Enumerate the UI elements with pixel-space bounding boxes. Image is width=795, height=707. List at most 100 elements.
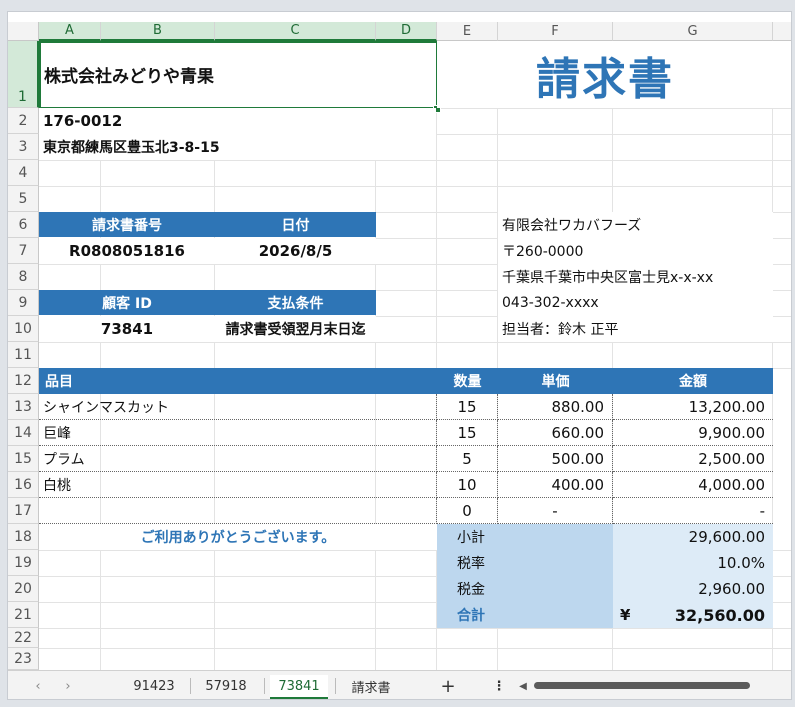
column-header-d[interactable]: D (376, 22, 437, 41)
row-header-15[interactable]: 15 (8, 446, 39, 472)
customer-contact[interactable]: 担当者：鈴木 正平 (498, 316, 773, 342)
row-header-12[interactable]: 12 (8, 368, 39, 394)
row-header-2[interactable]: 2 (8, 108, 39, 134)
column-header-e[interactable]: E (437, 22, 498, 41)
total-currency: ¥ (620, 606, 631, 624)
row-header-8[interactable]: 8 (8, 264, 39, 290)
row-header-22[interactable]: 22 (8, 628, 39, 648)
item-amount-cell[interactable]: 9,900.00 (613, 420, 773, 446)
row-header-23[interactable]: 23 (8, 648, 39, 670)
column-header-a[interactable]: A (39, 22, 101, 41)
invoice-number-header: 請求書番号 (39, 212, 215, 237)
item-price-cell[interactable]: 660.00 (498, 420, 613, 446)
column-header-f[interactable]: F (498, 22, 613, 41)
gridline (39, 160, 791, 161)
row-header-19[interactable]: 19 (8, 550, 39, 576)
tax-rate-label[interactable]: 税率 (453, 550, 603, 576)
sheet-tab-bar: ‹ › 91423 57918 73841 請求書 + ⋮ ◀ (8, 670, 791, 699)
item-name-cell[interactable]: プラム (39, 446, 437, 472)
thank-you-message[interactable]: ご利用ありがとうございます。 (39, 524, 437, 550)
more-options-icon[interactable]: ⋮ (492, 675, 506, 697)
row-header-3[interactable]: 3 (8, 134, 39, 160)
item-price-cell[interactable]: - (498, 498, 613, 524)
item-name-cell[interactable]: 白桃 (39, 472, 437, 498)
invoice-date-value[interactable]: 2026/8/5 (215, 238, 376, 264)
row-header-17[interactable]: 17 (8, 498, 39, 524)
gridline (39, 628, 791, 629)
row-header-14[interactable]: 14 (8, 420, 39, 446)
item-name-cell[interactable]: 巨峰 (39, 420, 437, 446)
customer-name[interactable]: 有限会社ワカバフーズ (498, 212, 773, 238)
customer-id-header: 顧客 ID (39, 290, 215, 315)
column-header-g[interactable]: G (613, 22, 773, 41)
scroll-tabs-right-icon[interactable]: › (58, 675, 78, 697)
row-header-13[interactable]: 13 (8, 394, 39, 420)
payment-terms-value[interactable]: 請求書受領翌月末日迄 (215, 316, 376, 342)
row-header-1[interactable]: 1 (8, 41, 39, 108)
selected-range-outline (39, 41, 438, 109)
tax-label[interactable]: 税金 (453, 576, 603, 602)
gridline (39, 186, 791, 187)
subtotal-label[interactable]: 小計 (453, 524, 603, 550)
select-all-corner[interactable] (8, 22, 39, 41)
item-amount-cell[interactable]: 4,000.00 (613, 472, 773, 498)
seller-postal-code[interactable]: 176-0012 (39, 108, 436, 134)
item-price-cell[interactable]: 400.00 (498, 472, 613, 498)
invoice-title[interactable]: 請求書 (437, 41, 773, 108)
invoice-number-value[interactable]: R0808051816 (39, 238, 215, 264)
scroll-left-arrow-icon[interactable]: ◀ (516, 675, 530, 697)
sheet-tab-57918[interactable]: 57918 (196, 675, 256, 697)
column-header-c[interactable]: C (215, 22, 376, 41)
row-header-10[interactable]: 10 (8, 316, 39, 342)
total-value[interactable]: 32,560.00 (648, 602, 773, 628)
item-amount-cell[interactable]: 13,200.00 (613, 394, 773, 420)
window-top-strip (8, 12, 791, 22)
gridline (39, 648, 791, 649)
row-header-18[interactable]: 18 (8, 524, 39, 550)
tax-value[interactable]: 2,960.00 (613, 576, 773, 602)
amount-column-header: 金額 (679, 374, 707, 390)
row-header-4[interactable]: 4 (8, 160, 39, 186)
unit-price-column-header: 単価 (541, 374, 570, 390)
scroll-tabs-left-icon[interactable]: ‹ (28, 675, 48, 697)
column-header-b[interactable]: B (101, 22, 215, 41)
total-label[interactable]: 合計 (453, 602, 603, 628)
sheet-tab-invoice[interactable]: 請求書 (341, 675, 401, 697)
sheet-tab-73841[interactable]: 73841 (270, 675, 328, 699)
tax-rate-value[interactable]: 10.0% (613, 550, 773, 576)
row-header-20[interactable]: 20 (8, 576, 39, 602)
customer-id-value[interactable]: 73841 (39, 316, 215, 342)
item-name-cell[interactable] (39, 498, 437, 524)
item-amount-cell[interactable]: 2,500.00 (613, 446, 773, 472)
item-qty-cell[interactable]: 0 (437, 498, 498, 524)
item-qty-cell[interactable]: 5 (437, 446, 498, 472)
tab-separator (190, 678, 191, 694)
row-header-21[interactable]: 21 (8, 602, 39, 628)
item-qty-cell[interactable]: 15 (437, 420, 498, 446)
row-header-5[interactable]: 5 (8, 186, 39, 212)
row-header-16[interactable]: 16 (8, 472, 39, 498)
subtotal-value[interactable]: 29,600.00 (613, 524, 773, 550)
seller-address[interactable]: 東京都練馬区豊玉北3-8-15 (39, 134, 436, 160)
tab-separator (264, 678, 265, 694)
customer-address[interactable]: 千葉県千葉市中央区富士見x-x-xx (498, 264, 773, 290)
item-qty-cell[interactable]: 15 (437, 394, 498, 420)
add-sheet-icon[interactable]: + (436, 675, 460, 697)
payment-terms-header: 支払条件 (215, 290, 376, 315)
customer-phone[interactable]: 043-302-xxxx (498, 290, 773, 316)
item-price-cell[interactable]: 880.00 (498, 394, 613, 420)
date-header: 日付 (215, 212, 376, 237)
row-header-11[interactable]: 11 (8, 342, 39, 368)
item-qty-cell[interactable]: 10 (437, 472, 498, 498)
sheet-tab-91423[interactable]: 91423 (124, 675, 184, 697)
customer-postal[interactable]: 〒260-0000 (498, 238, 773, 264)
row-header-6[interactable]: 6 (8, 212, 39, 238)
row-header-9[interactable]: 9 (8, 290, 39, 316)
tab-separator (335, 678, 336, 694)
row-header-7[interactable]: 7 (8, 238, 39, 264)
item-name-cell[interactable]: シャインマスカット (39, 394, 437, 420)
item-price-cell[interactable]: 500.00 (498, 446, 613, 472)
item-amount-cell[interactable]: - (613, 498, 773, 524)
spreadsheet-window: A B C D E F G 1 2 3 4 5 6 7 8 9 10 11 12… (8, 12, 791, 699)
horizontal-scrollbar-thumb[interactable] (534, 682, 750, 689)
